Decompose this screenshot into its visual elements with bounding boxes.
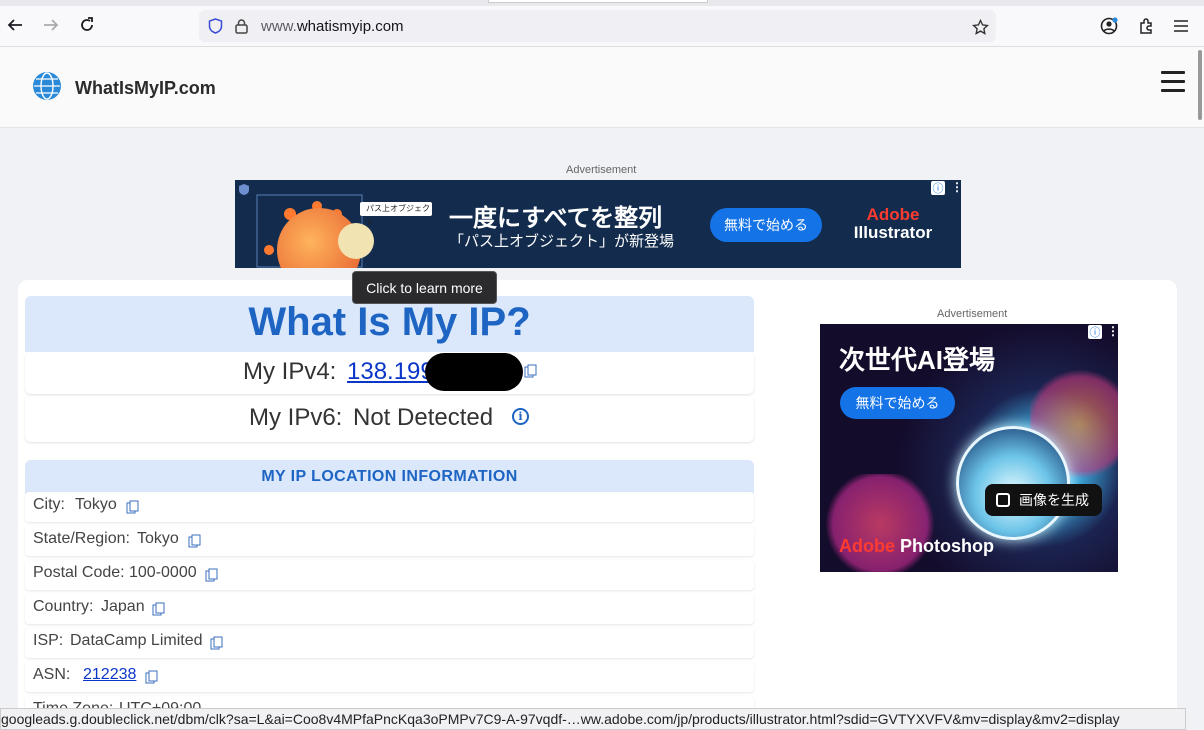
extensions-icon[interactable] (1136, 16, 1156, 36)
location-row-country: Country: Japan (25, 594, 754, 624)
location-value: DataCamp Limited (70, 632, 203, 649)
forward-button[interactable] (40, 14, 62, 36)
title-box: What Is My IP? (25, 296, 754, 352)
forward-arrow-icon (44, 19, 59, 31)
asn-link[interactable]: 212238 (83, 666, 136, 684)
location-row-postal: Postal Code: 100-0000 (25, 560, 754, 590)
location-value: Japan (101, 598, 145, 615)
location-value: Tokyo (137, 530, 179, 547)
tab-strip (0, 0, 1204, 6)
browser-toolbar: www.whatismyip.com (0, 0, 1204, 47)
tooltip: Click to learn more (352, 271, 497, 304)
bookmark-star-icon[interactable] (971, 18, 989, 36)
account-icon[interactable] (1099, 16, 1119, 36)
lock-icon[interactable] (233, 18, 249, 34)
location-row-state: State/Region: Tokyo (25, 526, 754, 556)
back-arrow-icon (7, 19, 22, 31)
url-prefix: www. (261, 18, 297, 35)
ipv4-row: My IPv4: 138.199 (25, 352, 754, 394)
ad-menu-icon[interactable]: ⋮ (951, 180, 961, 194)
site-logo-text[interactable]: WhatIsMyIP.com (75, 78, 216, 99)
copy-icon[interactable] (205, 568, 218, 582)
location-value: 100-0000 (129, 564, 197, 581)
url-text[interactable]: www.whatismyip.com (261, 18, 404, 35)
reload-icon (81, 17, 93, 31)
app-menu-icon[interactable] (1171, 16, 1191, 36)
ipv4-label: My IPv4: (243, 358, 337, 385)
location-key: ASN: (33, 666, 71, 683)
copy-icon[interactable] (210, 636, 223, 650)
location-key: State/Region: (33, 530, 130, 547)
side-ad[interactable]: 次世代AI登場 無料で始める 画像を生成 Adobe Photoshop ⓘ ⋮ (820, 324, 1118, 572)
url-domain: whatismyip.com (296, 18, 404, 35)
generate-image-button[interactable]: 画像を生成 (985, 484, 1102, 516)
ipv6-label: My IPv6: (249, 404, 343, 431)
location-header: MY IP LOCATION INFORMATION (25, 460, 754, 494)
scrollbar-thumb[interactable] (1198, 50, 1202, 120)
brand-line-2: Illustrator (853, 223, 933, 242)
ipv6-row: My IPv6: Not Detected i (25, 396, 754, 442)
location-key: City: (33, 496, 65, 513)
active-tab[interactable] (488, 0, 708, 3)
adobe-illustrator-brand: Adobe Illustrator (847, 206, 939, 242)
generate-image-icon (996, 493, 1010, 507)
adchoices-icon[interactable]: ⓘ (931, 181, 945, 195)
side-ad-headline: 次世代AI登場 (839, 345, 996, 375)
copy-icon[interactable] (188, 534, 201, 548)
ad-menu-icon[interactable]: ⋮ (1107, 324, 1118, 338)
location-header-text: MY IP LOCATION INFORMATION (261, 468, 518, 485)
info-icon[interactable]: i (512, 408, 529, 425)
brand-adobe: Adobe (839, 536, 895, 556)
shield-badge-icon (237, 182, 251, 196)
generate-image-label: 画像を生成 (1019, 492, 1089, 508)
location-row-isp: ISP: DataCamp Limited (25, 628, 754, 658)
reload-button[interactable] (76, 14, 98, 36)
brand-line-1: Adobe (866, 205, 920, 224)
location-row-city: City: Tokyo (25, 492, 754, 522)
copy-icon[interactable] (126, 500, 139, 514)
ipv6-value: Not Detected (353, 404, 494, 431)
back-button[interactable] (4, 14, 26, 36)
ad-cta-button[interactable]: 無料で始める (710, 208, 822, 242)
location-row-asn: ASN: 212238 (25, 662, 754, 692)
copy-icon[interactable] (524, 364, 537, 378)
ad-headline: 一度にすべてを整列 (449, 205, 663, 232)
location-key: Postal Code: (33, 564, 125, 581)
site-menu-icon[interactable] (1161, 71, 1185, 93)
adobe-photoshop-brand: Adobe Photoshop (839, 536, 994, 557)
portal-ring-illustration (956, 426, 1070, 540)
path-object-chip: パス上オブジェクト (360, 202, 432, 227)
location-key: Country: (33, 598, 94, 615)
location-key: ISP: (33, 632, 64, 649)
url-bar[interactable]: www.whatismyip.com (199, 10, 996, 42)
side-ad-cta-button[interactable]: 無料で始める (840, 387, 955, 419)
copy-icon[interactable] (145, 670, 158, 684)
coral-decoration (820, 474, 940, 572)
globe-logo-icon[interactable] (33, 72, 61, 100)
location-value: Tokyo (75, 496, 117, 513)
site-header: WhatIsMyIP.com (0, 47, 1204, 128)
ad-subheadline: 「パス上オブジェクト」が新登場 (449, 233, 675, 250)
copy-icon[interactable] (152, 602, 165, 616)
brand-photoshop: Photoshop (900, 536, 994, 556)
ad-label: Advertisement (566, 164, 637, 176)
redaction-block (425, 353, 523, 391)
banner-ad[interactable]: パス上オブジェクト 一度にすべてを整列 「パス上オブジェクト」が新登場 無料で始… (235, 180, 961, 268)
adchoices-icon[interactable]: ⓘ (1088, 325, 1102, 339)
side-ad-label: Advertisement (937, 308, 1008, 320)
page-title: What Is My IP? (248, 300, 531, 344)
link-status-bar: googleads.g.doubleclick.net/dbm/clk?sa=L… (0, 708, 1186, 730)
tracking-shield-icon[interactable] (207, 18, 223, 34)
ipv4-link[interactable]: 138.199 (347, 358, 434, 386)
